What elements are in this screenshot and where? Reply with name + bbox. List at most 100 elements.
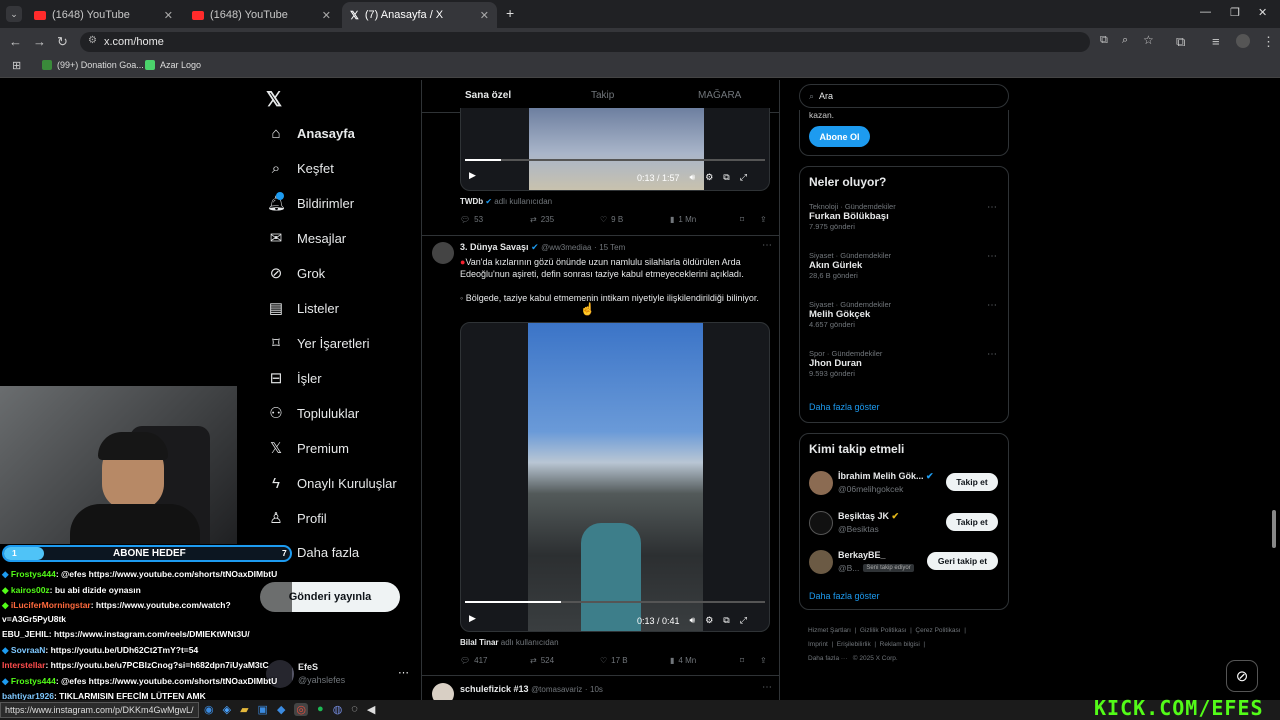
author-handle[interactable]: @tomasavariz <box>531 685 582 694</box>
url-field[interactable]: ⚙ x.com/home ⧉ ⌕ ☆ <box>80 32 1154 52</box>
app-icon[interactable]: ◀ <box>367 703 375 716</box>
post-date[interactable]: 15 Tem <box>599 243 625 252</box>
bookmark-star-icon[interactable]: ☆ <box>1143 33 1154 47</box>
user-name[interactable]: BerkayBE_ <box>838 550 886 560</box>
app-icon[interactable]: ◆ <box>277 703 285 716</box>
author-name[interactable]: schulefizick #13 <box>460 684 529 694</box>
post-date[interactable]: 10s <box>590 685 603 694</box>
author-name[interactable]: 3. Dünya Savaşı <box>460 242 529 252</box>
post1-video[interactable]: ▶ 0:13 / 1:57 🔊︎ ⚙ ⧉ ⤢ <box>460 108 770 191</box>
pip-icon[interactable]: ⧉ <box>723 172 729 183</box>
forward-icon[interactable]: → <box>33 34 46 49</box>
video-progress-track[interactable] <box>465 601 765 603</box>
account-menu-icon[interactable]: ⋯ <box>398 666 409 679</box>
copilot-icon[interactable]: ◈ <box>223 703 231 716</box>
follow-button[interactable]: Takip et <box>946 473 998 491</box>
folder-icon[interactable]: ▰ <box>240 703 248 716</box>
search-input[interactable]: ⌕ Ara <box>799 84 1009 108</box>
pip-icon[interactable]: ⧉ <box>723 615 729 626</box>
x-logo-icon[interactable]: 𝕏 <box>266 87 282 112</box>
spotify-icon[interactable]: ● <box>317 703 324 716</box>
video-progress-track[interactable] <box>465 159 765 161</box>
views-button[interactable]: ▮ 1 Mn <box>670 215 696 224</box>
apps-icon[interactable]: ⊞ <box>12 59 21 72</box>
post2-source[interactable]: Bilal Tinar adlı kullanıcıdan <box>460 638 559 647</box>
close-icon[interactable]: ✕ <box>164 9 173 22</box>
author-avatar[interactable] <box>432 242 454 264</box>
nav-explore[interactable]: ⌕ Keşfet <box>267 157 334 179</box>
author-handle[interactable]: @ww3mediaa <box>541 243 591 252</box>
zoom-icon[interactable]: ⌕ <box>1122 34 1128 47</box>
trend-menu-icon[interactable]: ⋯ <box>987 251 997 262</box>
user-avatar[interactable] <box>809 511 833 535</box>
reply-button[interactable]: 💬︎ 53 <box>460 215 483 224</box>
new-tab-icon[interactable]: + <box>506 5 514 21</box>
post-menu-icon[interactable]: ⋯ <box>762 682 772 693</box>
user-name[interactable]: İbrahim Melih Gök... ✔ <box>838 471 934 482</box>
bookmark-donation[interactable]: (99+) Donation Goa... <box>42 60 144 70</box>
post-menu-icon[interactable]: ⋯ <box>762 240 772 251</box>
user-avatar[interactable] <box>809 471 833 495</box>
like-button[interactable]: ♡ 17 B <box>600 656 628 665</box>
trend-item[interactable]: Teknoloji · Gündemdekiler Furkan Bölükba… <box>809 202 1004 231</box>
close-icon[interactable]: ✕ <box>322 9 331 22</box>
scrollbar-thumb[interactable] <box>1272 510 1276 548</box>
trends-show-more[interactable]: Daha fazla göster <box>809 402 880 412</box>
install-icon[interactable]: ⧉ <box>1100 34 1108 47</box>
user-avatar[interactable] <box>809 550 833 574</box>
fullscreen-icon[interactable]: ⤢ <box>740 615 747 626</box>
who-show-more[interactable]: Daha fazla göster <box>809 591 880 601</box>
tab-x-home[interactable]: 𝕏 (7) Anasayfa / X ✕ <box>342 2 497 28</box>
maximize-icon[interactable]: ❐ <box>1230 6 1240 19</box>
chrome-icon[interactable]: ◎ <box>294 703 309 716</box>
settings-icon[interactable]: ⚙ <box>705 615 713 626</box>
like-button[interactable]: ♡ 9 B <box>600 215 623 224</box>
subscribe-button[interactable]: Abone Ol <box>809 126 870 147</box>
play-icon[interactable]: ▶ <box>469 170 476 181</box>
follow-back-button[interactable]: Geri takip et <box>927 552 998 570</box>
bookmark-icon[interactable]: ⌑ <box>740 215 744 224</box>
play-icon[interactable]: ▶ <box>469 613 476 624</box>
tab-following[interactable]: Takip <box>591 90 614 101</box>
obs-icon[interactable]: ◌ <box>351 703 358 716</box>
store-icon[interactable]: ▣ <box>258 703 268 716</box>
tab-for-you[interactable]: Sana özel <box>465 90 511 101</box>
trend-item[interactable]: Siyaset · Gündemdekiler Akın Gürlek 28,6… <box>809 251 1004 280</box>
reload-icon[interactable]: ↻ <box>57 34 68 50</box>
trend-menu-icon[interactable]: ⋯ <box>987 202 997 213</box>
nav-lists[interactable]: ▤ Listeler <box>267 297 339 319</box>
bookmark-azar[interactable]: Azar Logo <box>145 60 201 70</box>
share-icon[interactable]: ⇪ <box>760 215 767 224</box>
volume-icon[interactable]: 🔊︎ <box>690 615 696 626</box>
follow-button[interactable]: Takip et <box>946 513 998 531</box>
nav-bookmarks[interactable]: ⌑ Yer İşaretleri <box>267 332 369 354</box>
nav-jobs[interactable]: ⊟ İşler <box>267 367 322 389</box>
extensions-icon[interactable]: ⧉ <box>1176 34 1185 50</box>
footer-link[interactable]: Erişilebilirlik <box>837 641 871 648</box>
trend-menu-icon[interactable]: ⋯ <box>987 349 997 360</box>
footer-link[interactable]: Çerez Politikası <box>915 627 960 634</box>
volume-icon[interactable]: 🔊︎ <box>690 172 696 183</box>
profile-avatar[interactable] <box>1236 34 1250 48</box>
nav-verified-orgs[interactable]: ϟ Onaylı Kuruluşlar <box>267 472 397 494</box>
trend-item[interactable]: Siyaset · Gündemdekiler Melih Gökçek 4.6… <box>809 300 1004 329</box>
edge-icon[interactable]: ◉ <box>204 703 214 716</box>
tab-search-icon[interactable]: ⌄ <box>6 6 22 22</box>
footer-link[interactable]: Reklam bilgisi <box>880 641 920 648</box>
reply-button[interactable]: 💬︎ 417 <box>460 656 488 665</box>
views-button[interactable]: ▮ 4 Mn <box>670 656 696 665</box>
nav-messages[interactable]: ✉ Mesajlar <box>267 227 346 249</box>
minimize-icon[interactable]: — <box>1200 6 1211 18</box>
nav-grok[interactable]: ⊘ Grok <box>267 262 325 284</box>
footer-link[interactable]: Imprint <box>808 641 828 648</box>
bookmark-icon[interactable]: ⌑ <box>740 656 744 665</box>
footer-link[interactable]: Hizmet Şartları <box>808 627 851 634</box>
settings-icon[interactable]: ⚙ <box>705 172 713 183</box>
user-name[interactable]: Beşiktaş JK ✔ <box>838 511 899 522</box>
media-icon[interactable]: ≡ <box>1212 34 1220 49</box>
nav-communities[interactable]: ⚇ Topluluklar <box>267 402 359 424</box>
back-icon[interactable]: ← <box>9 34 22 49</box>
tab-store[interactable]: MAĞARA <box>698 90 741 101</box>
nav-profile[interactable]: ♙ Profil <box>267 507 326 529</box>
post2-video[interactable]: ▶ 0:13 / 0:41 🔊︎ ⚙ ⧉ ⤢ <box>460 322 770 632</box>
